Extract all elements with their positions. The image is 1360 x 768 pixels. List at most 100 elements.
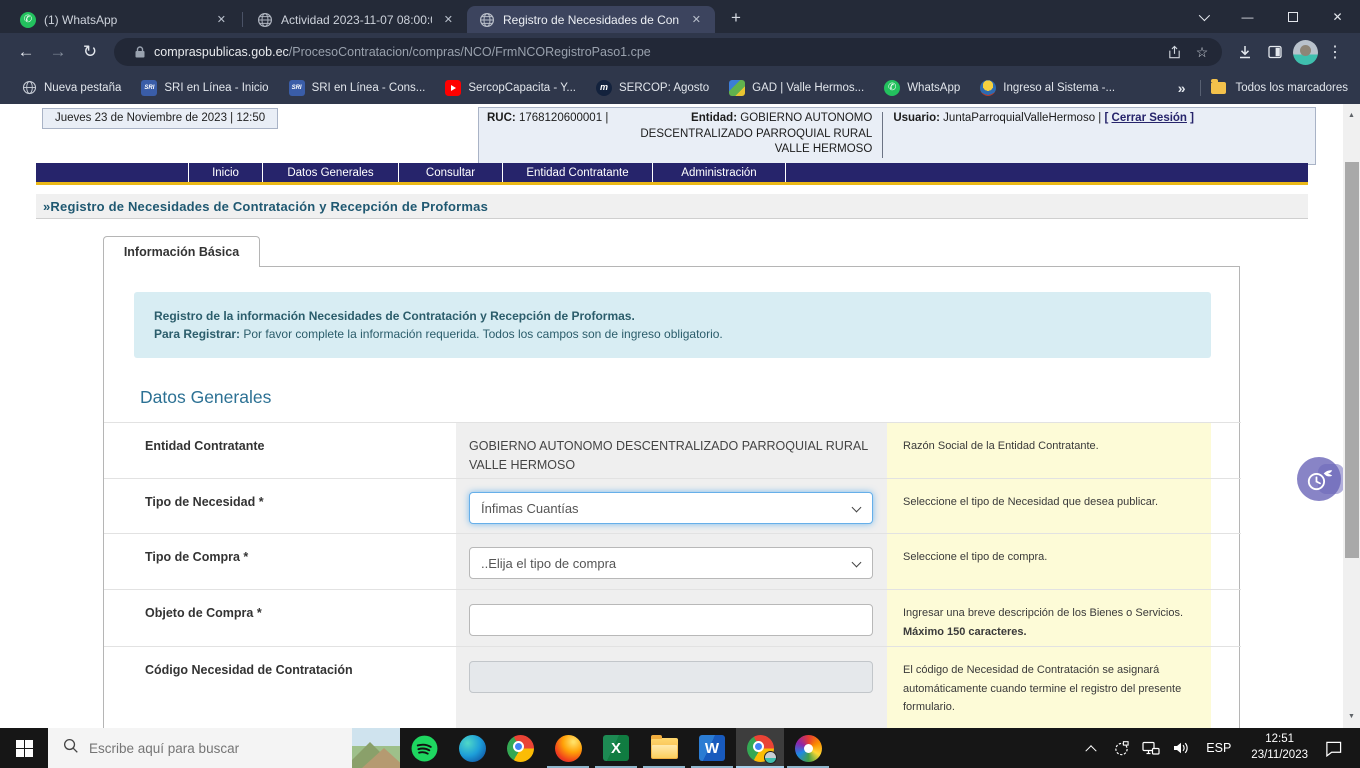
sri-icon: SRI — [288, 79, 305, 96]
window-controls: — ✕ — [1180, 0, 1360, 33]
clock[interactable]: 12:51 23/11/2023 — [1243, 732, 1316, 763]
bookmark-label: GAD | Valle Hermos... — [752, 81, 865, 94]
forward-button[interactable]: → — [42, 36, 74, 68]
bookmarks-right: » Todos los marcadores — [1174, 78, 1349, 96]
nav-administracion[interactable]: Administración — [652, 163, 786, 182]
maximize-button[interactable] — [1270, 0, 1315, 33]
paint-icon — [794, 734, 822, 762]
field-cell: Ínfimas Cuantías — [456, 479, 887, 533]
scroll-down-icon[interactable]: ▼ — [1343, 708, 1360, 725]
volume-icon[interactable] — [1168, 728, 1194, 768]
browser-tabstrip: ✆ (1) WhatsApp ✕ Actividad 2023-11-07 08… — [0, 0, 1360, 33]
share-icon[interactable] — [1160, 39, 1188, 65]
taskbar-firefox[interactable] — [544, 728, 592, 768]
page-title-bar: »Registro de Necesidades de Contratación… — [36, 194, 1308, 219]
entidad-value: GOBIERNO AUTONOMO DESCENTRALIZADO PARROQ… — [469, 439, 868, 472]
youtube-icon — [445, 79, 462, 96]
taskbar-excel[interactable]: X — [592, 728, 640, 768]
nav-datos-generales[interactable]: Datos Generales — [262, 163, 398, 182]
logout-link[interactable]: [ Cerrar Sesión ] — [1105, 112, 1195, 124]
objeto-compra-input[interactable] — [469, 604, 873, 636]
bookmark-label: SERCOP: Agosto — [619, 81, 710, 94]
side-panel-icon[interactable] — [1260, 37, 1290, 67]
tray-chevron-up-icon[interactable] — [1078, 728, 1104, 768]
tray-app-icon[interactable] — [1108, 728, 1134, 768]
tipo-necesidad-select[interactable]: Ínfimas Cuantías — [469, 492, 873, 524]
taskbar-edge[interactable] — [448, 728, 496, 768]
network-icon[interactable] — [1138, 728, 1164, 768]
tab-search-icon[interactable] — [1180, 0, 1225, 33]
spotify-icon — [411, 735, 437, 761]
bookmark-ingreso-sistema[interactable]: Ingreso al Sistema -... — [971, 76, 1124, 100]
tab-actividad[interactable]: Actividad 2023-11-07 08:00:00 | N ✕ — [245, 6, 467, 33]
notification-center-icon[interactable] — [1320, 728, 1346, 768]
taskbar-file-explorer[interactable] — [640, 728, 688, 768]
globe-icon — [21, 80, 37, 96]
screen: ✆ (1) WhatsApp ✕ Actividad 2023-11-07 08… — [0, 0, 1360, 768]
url-path: /ProcesoContratacion/compras/NCO/FrmNCOR… — [288, 45, 651, 59]
section-title: Datos Generales — [140, 387, 272, 407]
firefox-icon — [554, 734, 582, 762]
timer-widget-button[interactable] — [1297, 457, 1341, 501]
bookmark-gad-valle-hermoso[interactable]: GAD | Valle Hermos... — [720, 76, 873, 100]
form-row-tipo-necesidad: Tipo de Necesidad * Ínfimas Cuantías Sel… — [104, 478, 1241, 533]
tab-close-icon[interactable]: ✕ — [440, 11, 457, 28]
gad-icon — [729, 79, 746, 96]
chevron-down-icon — [851, 557, 862, 568]
nav-consultar[interactable]: Consultar — [398, 163, 502, 182]
back-button[interactable]: ← — [10, 36, 42, 68]
reload-button[interactable]: ↻ — [74, 36, 106, 68]
search-highlight-image[interactable] — [352, 728, 400, 768]
field-help: Seleccione el tipo de compra. — [887, 534, 1211, 589]
bookmark-sri-inicio[interactable]: SRI SRI en Línea - Inicio — [132, 76, 277, 100]
taskbar-word[interactable]: W — [688, 728, 736, 768]
page-scrollbar[interactable]: ▲ ▼ — [1343, 104, 1360, 728]
tab-whatsapp[interactable]: ✆ (1) WhatsApp ✕ — [8, 6, 240, 33]
edge-icon — [458, 734, 486, 762]
select-value: Ínfimas Cuantías — [481, 500, 579, 516]
bookmark-whatsapp[interactable]: ✆ WhatsApp — [875, 76, 969, 100]
new-tab-button[interactable]: + — [723, 8, 749, 28]
browser-menu-icon[interactable]: ⋮ — [1320, 37, 1350, 67]
taskbar-chrome-active[interactable] — [736, 728, 784, 768]
downloads-icon[interactable] — [1230, 37, 1260, 67]
taskbar-spotify[interactable] — [400, 728, 448, 768]
tab-close-icon[interactable]: ✕ — [688, 11, 705, 28]
all-bookmarks-label[interactable]: Todos los marcadores — [1236, 82, 1349, 94]
scroll-up-icon[interactable]: ▲ — [1343, 107, 1360, 124]
language-indicator[interactable]: ESP — [1198, 741, 1239, 755]
tab-close-icon[interactable]: ✕ — [213, 11, 230, 28]
nav-entidad-contratante[interactable]: Entidad Contratante — [502, 163, 652, 182]
tipo-compra-select[interactable]: ..Elija el tipo de compra — [469, 547, 873, 579]
ruc-text: RUC: 1768120600001 | — [487, 112, 609, 124]
taskbar-paint[interactable] — [784, 728, 832, 768]
close-window-button[interactable]: ✕ — [1315, 0, 1360, 33]
bookmark-sercopcapacita[interactable]: SercopCapacita - Y... — [436, 76, 585, 100]
bookmark-label: Nueva pestaña — [44, 81, 122, 94]
start-button[interactable] — [0, 728, 48, 768]
bookmark-sercop-agosto[interactable]: m SERCOP: Agosto — [587, 76, 718, 100]
search-input[interactable] — [89, 740, 309, 756]
profile-avatar[interactable] — [1290, 37, 1320, 67]
notice-line1: Registro de la información Necesidades d… — [154, 309, 635, 323]
taskbar-search[interactable] — [48, 728, 400, 768]
system-tray: ESP 12:51 23/11/2023 — [1078, 728, 1360, 768]
bookmark-nueva-pestana[interactable]: Nueva pestaña — [12, 76, 130, 100]
tab-title: (1) WhatsApp — [44, 12, 118, 27]
sri-icon: SRI — [141, 79, 158, 96]
scrollbar-thumb[interactable] — [1344, 162, 1359, 558]
tab-informacion-basica[interactable]: Información Básica — [103, 236, 260, 267]
chrome-icon — [506, 734, 534, 762]
nav-inicio[interactable]: Inicio — [188, 163, 262, 182]
taskbar-chrome[interactable] — [496, 728, 544, 768]
bookmark-star-icon[interactable]: ☆ — [1188, 39, 1216, 65]
chrome-icon — [746, 734, 777, 764]
bookmarks-overflow-icon[interactable]: » — [1174, 80, 1190, 96]
minimize-button[interactable]: — — [1225, 0, 1270, 33]
ecuador-emblem-icon — [980, 79, 997, 96]
tab-registro-active[interactable]: Registro de Necesidades de Con ✕ — [467, 6, 715, 33]
bookmark-sri-consultas[interactable]: SRI SRI en Línea - Cons... — [280, 76, 435, 100]
lock-icon — [126, 39, 154, 65]
page-datetime: Jueves 23 de Noviembre de 2023 | 12:50 — [42, 108, 279, 129]
address-bar[interactable]: compraspublicas.gob.ec/ProcesoContrataci… — [114, 38, 1222, 66]
